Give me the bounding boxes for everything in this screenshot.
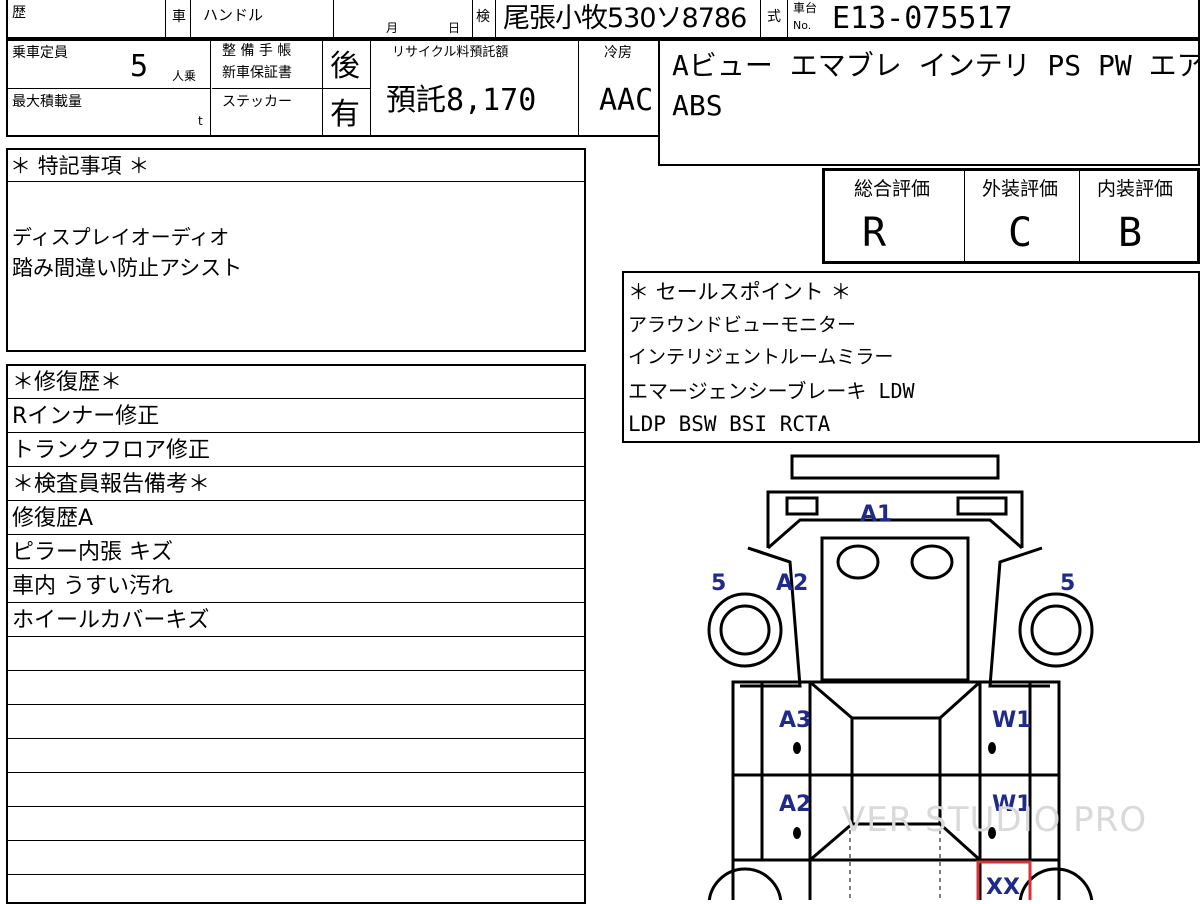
aircon-label: 冷房 bbox=[604, 45, 632, 61]
maintenance-label-1: 整 備 手 帳 bbox=[222, 43, 292, 59]
history-label: 歴 bbox=[12, 5, 26, 21]
damage-mark-5-right: 5 bbox=[1060, 571, 1075, 596]
sales-point-3: エマージェンシーブレーキ LDW bbox=[628, 379, 915, 403]
exterior-rating-value: C bbox=[1008, 210, 1033, 256]
day-label: 日 bbox=[448, 21, 461, 35]
interior-rating-value: B bbox=[1118, 210, 1143, 256]
chassis-number: E13-075517 bbox=[832, 1, 1013, 36]
damage-mark-w1-upper: W1 bbox=[992, 708, 1032, 733]
repair-row: トランクフロア修正 bbox=[12, 438, 211, 463]
repair-row: ホイールカバーキズ bbox=[12, 608, 210, 633]
recycle-label: リサイクル料預託額 bbox=[392, 45, 509, 60]
max-load-label: 最大積載量 bbox=[12, 94, 82, 110]
overall-rating-value: R bbox=[862, 210, 887, 256]
damage-mark-a1: A1 bbox=[860, 502, 892, 527]
handle-label: ハンドル bbox=[203, 6, 264, 24]
damage-mark-5-left: 5 bbox=[711, 571, 726, 596]
special-note-1: ディスプレイオーディオ bbox=[12, 225, 230, 249]
maintenance-value: 後 bbox=[330, 49, 360, 84]
equipment-line-1: Aビュー エマブレ インテリ PS PW エアB bbox=[672, 49, 1200, 82]
month-label: 月 bbox=[386, 21, 399, 35]
equipment-line-2: ABS bbox=[672, 89, 723, 122]
overall-rating-label: 総合評価 bbox=[854, 178, 931, 200]
inspection-label: 検 bbox=[476, 9, 490, 25]
recycle-value: 預託8,170 bbox=[386, 83, 537, 118]
exterior-rating-label: 外装評価 bbox=[982, 178, 1059, 200]
license-plate: 尾張小牧530ソ8786 bbox=[503, 3, 747, 34]
sticker-value: 有 bbox=[330, 97, 360, 132]
max-load-unit: t bbox=[198, 114, 203, 128]
special-notes-title: ＊ 特記事項 ＊ bbox=[10, 154, 150, 178]
repair-row: ピラー内張 キズ bbox=[12, 540, 173, 565]
sales-point-4: LDP BSW BSI RCTA bbox=[628, 412, 831, 436]
sticker-label: ステッカー bbox=[222, 94, 292, 110]
chassis-label-top: 車台 bbox=[793, 1, 818, 15]
sales-points-title: ＊ セールスポイント ＊ bbox=[628, 280, 852, 304]
car-label: 車 bbox=[172, 9, 186, 25]
sales-point-1: アラウンドビューモニター bbox=[628, 314, 857, 336]
repair-row: 修復歴A bbox=[12, 506, 94, 531]
aircon-value: AAC bbox=[599, 83, 654, 118]
damage-mark-a2-rear: A2 bbox=[779, 792, 811, 817]
sales-point-2: インテリジェントルームミラー bbox=[628, 346, 894, 368]
special-notes-box bbox=[6, 148, 586, 352]
capacity-label: 乗車定員 bbox=[12, 45, 68, 61]
watermark: VER STUDIO PRO bbox=[842, 800, 1148, 840]
interior-rating-label: 内装評価 bbox=[1097, 178, 1174, 200]
maintenance-label-2: 新車保証書 bbox=[222, 65, 292, 81]
capacity-unit: 人乗 bbox=[172, 69, 197, 83]
model-label: 式 bbox=[767, 9, 781, 25]
damage-mark-xx: XX bbox=[986, 875, 1020, 900]
damage-mark-a3: A3 bbox=[779, 708, 811, 733]
damage-mark-a2-front: A2 bbox=[776, 571, 808, 596]
repair-row: 車内 うすい汚れ bbox=[12, 574, 173, 599]
repair-row: ＊修復歴＊ bbox=[12, 370, 123, 395]
capacity-value: 5 bbox=[130, 49, 149, 84]
special-note-2: 踏み間違い防止アシスト bbox=[12, 256, 243, 280]
repair-row: Rインナー修正 bbox=[12, 404, 160, 429]
repair-row: ＊検査員報告備考＊ bbox=[12, 472, 211, 497]
chassis-label-bottom: No. bbox=[793, 19, 812, 32]
